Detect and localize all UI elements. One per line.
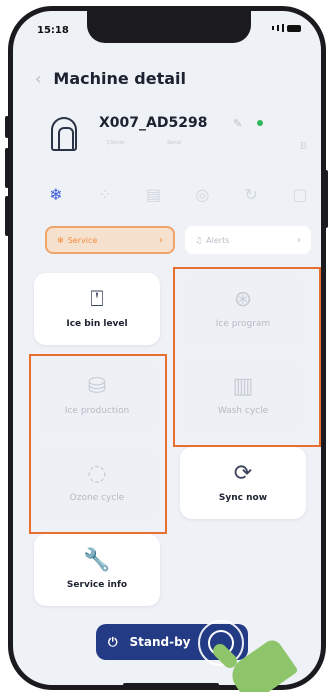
edit-icon[interactable]: ✎ bbox=[233, 117, 242, 130]
status-time: 15:18 bbox=[37, 25, 69, 36]
cycle-icon[interactable]: ↻ bbox=[240, 183, 262, 205]
standby-label: Stand-by bbox=[129, 635, 191, 649]
service-info-card[interactable]: 🔧 Service info bbox=[34, 534, 160, 606]
home-indicator bbox=[123, 683, 219, 685]
tab-service-label: Service bbox=[67, 235, 98, 245]
tab-alerts[interactable]: ♫ Alerts › bbox=[185, 226, 311, 254]
back-arrow-icon[interactable]: ‹ bbox=[35, 69, 41, 88]
page-title: Machine detail bbox=[53, 69, 187, 88]
ice-bin-icon: ⍞ bbox=[90, 287, 104, 312]
chevron-right-icon: › bbox=[159, 234, 163, 246]
wash-icon[interactable]: ▢ bbox=[289, 183, 311, 205]
online-status-dot bbox=[257, 120, 263, 126]
sync-now-label: Sync now bbox=[218, 493, 268, 503]
feature-icon-row: ❄ ⁘ ▤ ◎ ↻ ▢ bbox=[45, 183, 311, 205]
machine-meta-left: Cliente - bbox=[107, 140, 125, 154]
chevron-right-icon: › bbox=[297, 234, 301, 246]
machine-id: X007_AD5298 bbox=[99, 115, 208, 131]
tab-service[interactable]: ✻ Service › bbox=[45, 226, 175, 254]
highlight-box-right bbox=[173, 267, 321, 447]
machine-meta-far: B bbox=[300, 141, 307, 152]
ozone-icon[interactable]: ◎ bbox=[191, 183, 213, 205]
power-icon: ⏻ bbox=[108, 634, 118, 649]
highlight-box-left bbox=[29, 354, 167, 534]
service-info-label: Service info bbox=[66, 580, 128, 590]
signal-icon bbox=[272, 26, 274, 30]
ice-bin-level-label: Ice bin level bbox=[66, 319, 128, 329]
bubbles-icon[interactable]: ⁘ bbox=[94, 183, 116, 205]
page-header: ‹ Machine detail bbox=[35, 69, 186, 88]
service-icon: ✻ bbox=[57, 235, 64, 245]
signal-icon bbox=[277, 25, 279, 31]
signal-icon bbox=[282, 24, 284, 32]
tab-bar: ✻ Service › ♫ Alerts › bbox=[45, 226, 319, 254]
bell-icon: ♫ bbox=[195, 235, 203, 245]
wrench-icon: 🔧 bbox=[83, 548, 111, 573]
phone-notch bbox=[87, 11, 251, 43]
phone-frame: 15:18 ‹ Machine detail X007_AD5298 ✎ Cli… bbox=[8, 6, 326, 690]
tab-alerts-label: Alerts bbox=[206, 235, 230, 245]
ice-bin-level-card[interactable]: ⍞ Ice bin level bbox=[34, 273, 160, 345]
status-icons bbox=[272, 24, 301, 32]
machine-meta-right: Serial - bbox=[167, 140, 182, 154]
sync-icon: ⟳ bbox=[233, 461, 253, 486]
snowflake-icon[interactable]: ❄ bbox=[45, 183, 67, 205]
machine-icon bbox=[51, 117, 77, 151]
document-icon[interactable]: ▤ bbox=[143, 183, 165, 205]
sync-now-card[interactable]: ⟳ Sync now bbox=[180, 447, 306, 519]
machine-summary: X007_AD5298 ✎ Cliente - Serial - B bbox=[41, 111, 311, 171]
battery-icon bbox=[287, 24, 301, 32]
